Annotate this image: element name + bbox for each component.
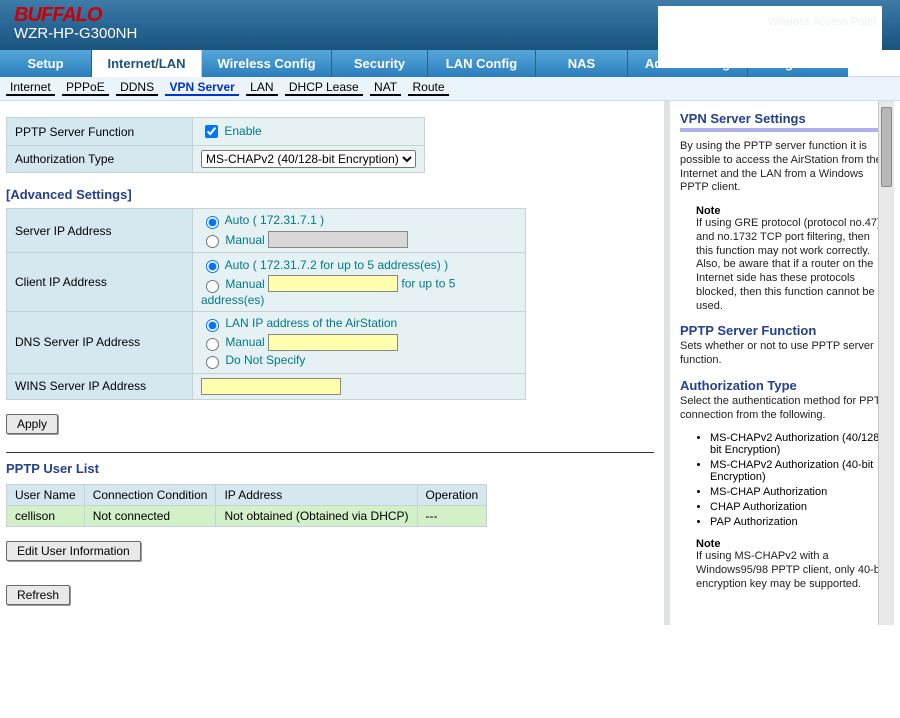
dns-ip-label: DNS Server IP Address [7, 311, 193, 373]
client-ip-label: Client IP Address [7, 253, 193, 311]
client-ip-auto-text: Auto ( 172.31.7.2 for up to 5 address(es… [225, 258, 448, 272]
list-item: MS-CHAPv2 Authorization (40-bit Encrypti… [710, 459, 888, 483]
nav-internet-lan[interactable]: Internet/LAN [92, 50, 202, 77]
sub-nav: Internet PPPoE DDNS VPN Server LAN DHCP … [0, 77, 900, 101]
content-body: PPTP Server Function Enable Authorizatio… [0, 101, 900, 625]
dns-manual-radio[interactable] [206, 338, 219, 351]
cell-conn: Not connected [84, 505, 216, 526]
table-row: cellison Not connected Not obtained (Obt… [7, 505, 487, 526]
col-username: User Name [7, 484, 85, 505]
wins-ip-label: WINS Server IP Address [7, 373, 193, 399]
main-panel: PPTP Server Function Enable Authorizatio… [0, 101, 664, 625]
help-title: VPN Server Settings [680, 111, 888, 126]
cell-username: cellison [7, 505, 85, 526]
server-ip-auto-option[interactable]: Auto ( 172.31.7.1 ) [201, 213, 324, 227]
help-auth-text: Select the authentication method for PPT… [680, 395, 888, 423]
basic-settings-table: PPTP Server Function Enable Authorizatio… [6, 117, 425, 173]
server-ip-manual-text: Manual [225, 233, 264, 247]
nav-nas[interactable]: NAS [536, 50, 628, 77]
pptp-function-label: PPTP Server Function [7, 118, 193, 146]
client-ip-auto-radio[interactable] [206, 260, 219, 273]
cell-op: --- [417, 505, 487, 526]
client-ip-manual-option[interactable]: Manual [201, 277, 268, 291]
dns-none-text: Do Not Specify [225, 353, 305, 367]
help-pptp-heading: PPTP Server Function [680, 323, 888, 338]
enable-checkbox[interactable] [205, 125, 218, 138]
auth-type-select[interactable]: MS-CHAPv2 (40/128-bit Encryption) [201, 150, 416, 168]
subnav-ddns[interactable]: DDNS [116, 80, 158, 96]
server-ip-manual-input[interactable] [268, 231, 408, 248]
client-ip-auto-option[interactable]: Auto ( 172.31.7.2 for up to 5 address(es… [201, 258, 448, 272]
nav-security[interactable]: Security [332, 50, 428, 77]
list-item: MS-CHAPv2 Authorization (40/128-bit Encr… [710, 432, 888, 456]
list-item: CHAP Authorization [710, 501, 888, 513]
table-header-row: User Name Connection Condition IP Addres… [7, 484, 487, 505]
dns-manual-text: Manual [225, 335, 264, 349]
client-ip-manual-text: Manual [225, 277, 264, 291]
enable-checkbox-label[interactable]: Enable [201, 124, 262, 138]
list-item: MS-CHAP Authorization [710, 486, 888, 498]
col-ip: IP Address [216, 484, 417, 505]
subnav-pppoe[interactable]: PPPoE [62, 80, 109, 96]
advanced-settings-table: Server IP Address Auto ( 172.31.7.1 ) Ma… [6, 208, 526, 400]
help-scrollbar[interactable] [878, 101, 894, 625]
dns-manual-option[interactable]: Manual [201, 335, 268, 349]
airstation-brand: AirStation [668, 28, 876, 54]
nav-wireless-config[interactable]: Wireless Config [202, 50, 332, 77]
dns-lanip-text: LAN IP address of the AirStation [225, 316, 397, 330]
server-ip-auto-text: Auto ( 172.31.7.1 ) [225, 213, 324, 227]
divider [6, 452, 654, 453]
tagline: Wireless Access Point [668, 16, 876, 28]
subnav-internet[interactable]: Internet [6, 80, 55, 96]
help-pptp-text: Sets whether or not to use PPTP server f… [680, 340, 888, 368]
header-bar: BUFFALO WZR-HP-G300NH Wireless Access Po… [0, 0, 900, 50]
dns-none-option[interactable]: Do Not Specify [201, 353, 305, 367]
pptp-user-list-heading: PPTP User List [6, 461, 654, 476]
server-ip-manual-radio[interactable] [206, 235, 219, 248]
note-text-1: If using GRE protocol (protocol no.47) a… [696, 217, 888, 313]
dns-none-radio[interactable] [206, 356, 219, 369]
pptp-user-list-table: User Name Connection Condition IP Addres… [6, 484, 487, 527]
client-ip-manual-input[interactable] [268, 275, 398, 292]
subnav-lan[interactable]: LAN [246, 80, 277, 96]
edit-user-button[interactable]: Edit User Information [6, 541, 141, 561]
subnav-dhcp-lease[interactable]: DHCP Lease [285, 80, 363, 96]
dns-lanip-option[interactable]: LAN IP address of the AirStation [201, 316, 397, 330]
help-intro: By using the PPTP server function it is … [680, 140, 888, 195]
advanced-heading: [Advanced Settings] [6, 187, 654, 202]
nav-setup[interactable]: Setup [0, 50, 92, 77]
cell-ip: Not obtained (Obtained via DHCP) [216, 505, 417, 526]
note-heading-2: Note [696, 538, 888, 550]
help-auth-heading: Authorization Type [680, 378, 888, 393]
dns-manual-input[interactable] [268, 334, 398, 351]
note-heading-1: Note [696, 205, 888, 217]
list-item: PAP Authorization [710, 516, 888, 528]
enable-text: Enable [224, 124, 261, 138]
col-op: Operation [417, 484, 487, 505]
server-ip-manual-option[interactable]: Manual [201, 233, 268, 247]
apply-button[interactable]: Apply [6, 414, 58, 434]
dns-lanip-radio[interactable] [206, 319, 219, 332]
help-title-bar [680, 128, 888, 132]
server-ip-auto-radio[interactable] [206, 216, 219, 229]
auth-type-label: Authorization Type [7, 146, 193, 173]
scrollbar-thumb[interactable] [881, 107, 892, 187]
help-panel: VPN Server Settings By using the PPTP se… [670, 101, 894, 625]
client-ip-manual-radio[interactable] [206, 280, 219, 293]
subnav-route[interactable]: Route [408, 80, 448, 96]
subnav-nat[interactable]: NAT [370, 80, 401, 96]
server-ip-label: Server IP Address [7, 209, 193, 253]
col-conn: Connection Condition [84, 484, 216, 505]
note-text-2: If using MS-CHAPv2 with a Windows95/98 P… [696, 550, 888, 591]
header-right: Wireless Access Point AirStation [658, 6, 882, 68]
nav-lan-config[interactable]: LAN Config [428, 50, 536, 77]
subnav-vpn-server[interactable]: VPN Server [165, 80, 238, 96]
auth-methods-list: MS-CHAPv2 Authorization (40/128-bit Encr… [710, 432, 888, 528]
wins-ip-input[interactable] [201, 378, 341, 395]
refresh-button[interactable]: Refresh [6, 585, 70, 605]
